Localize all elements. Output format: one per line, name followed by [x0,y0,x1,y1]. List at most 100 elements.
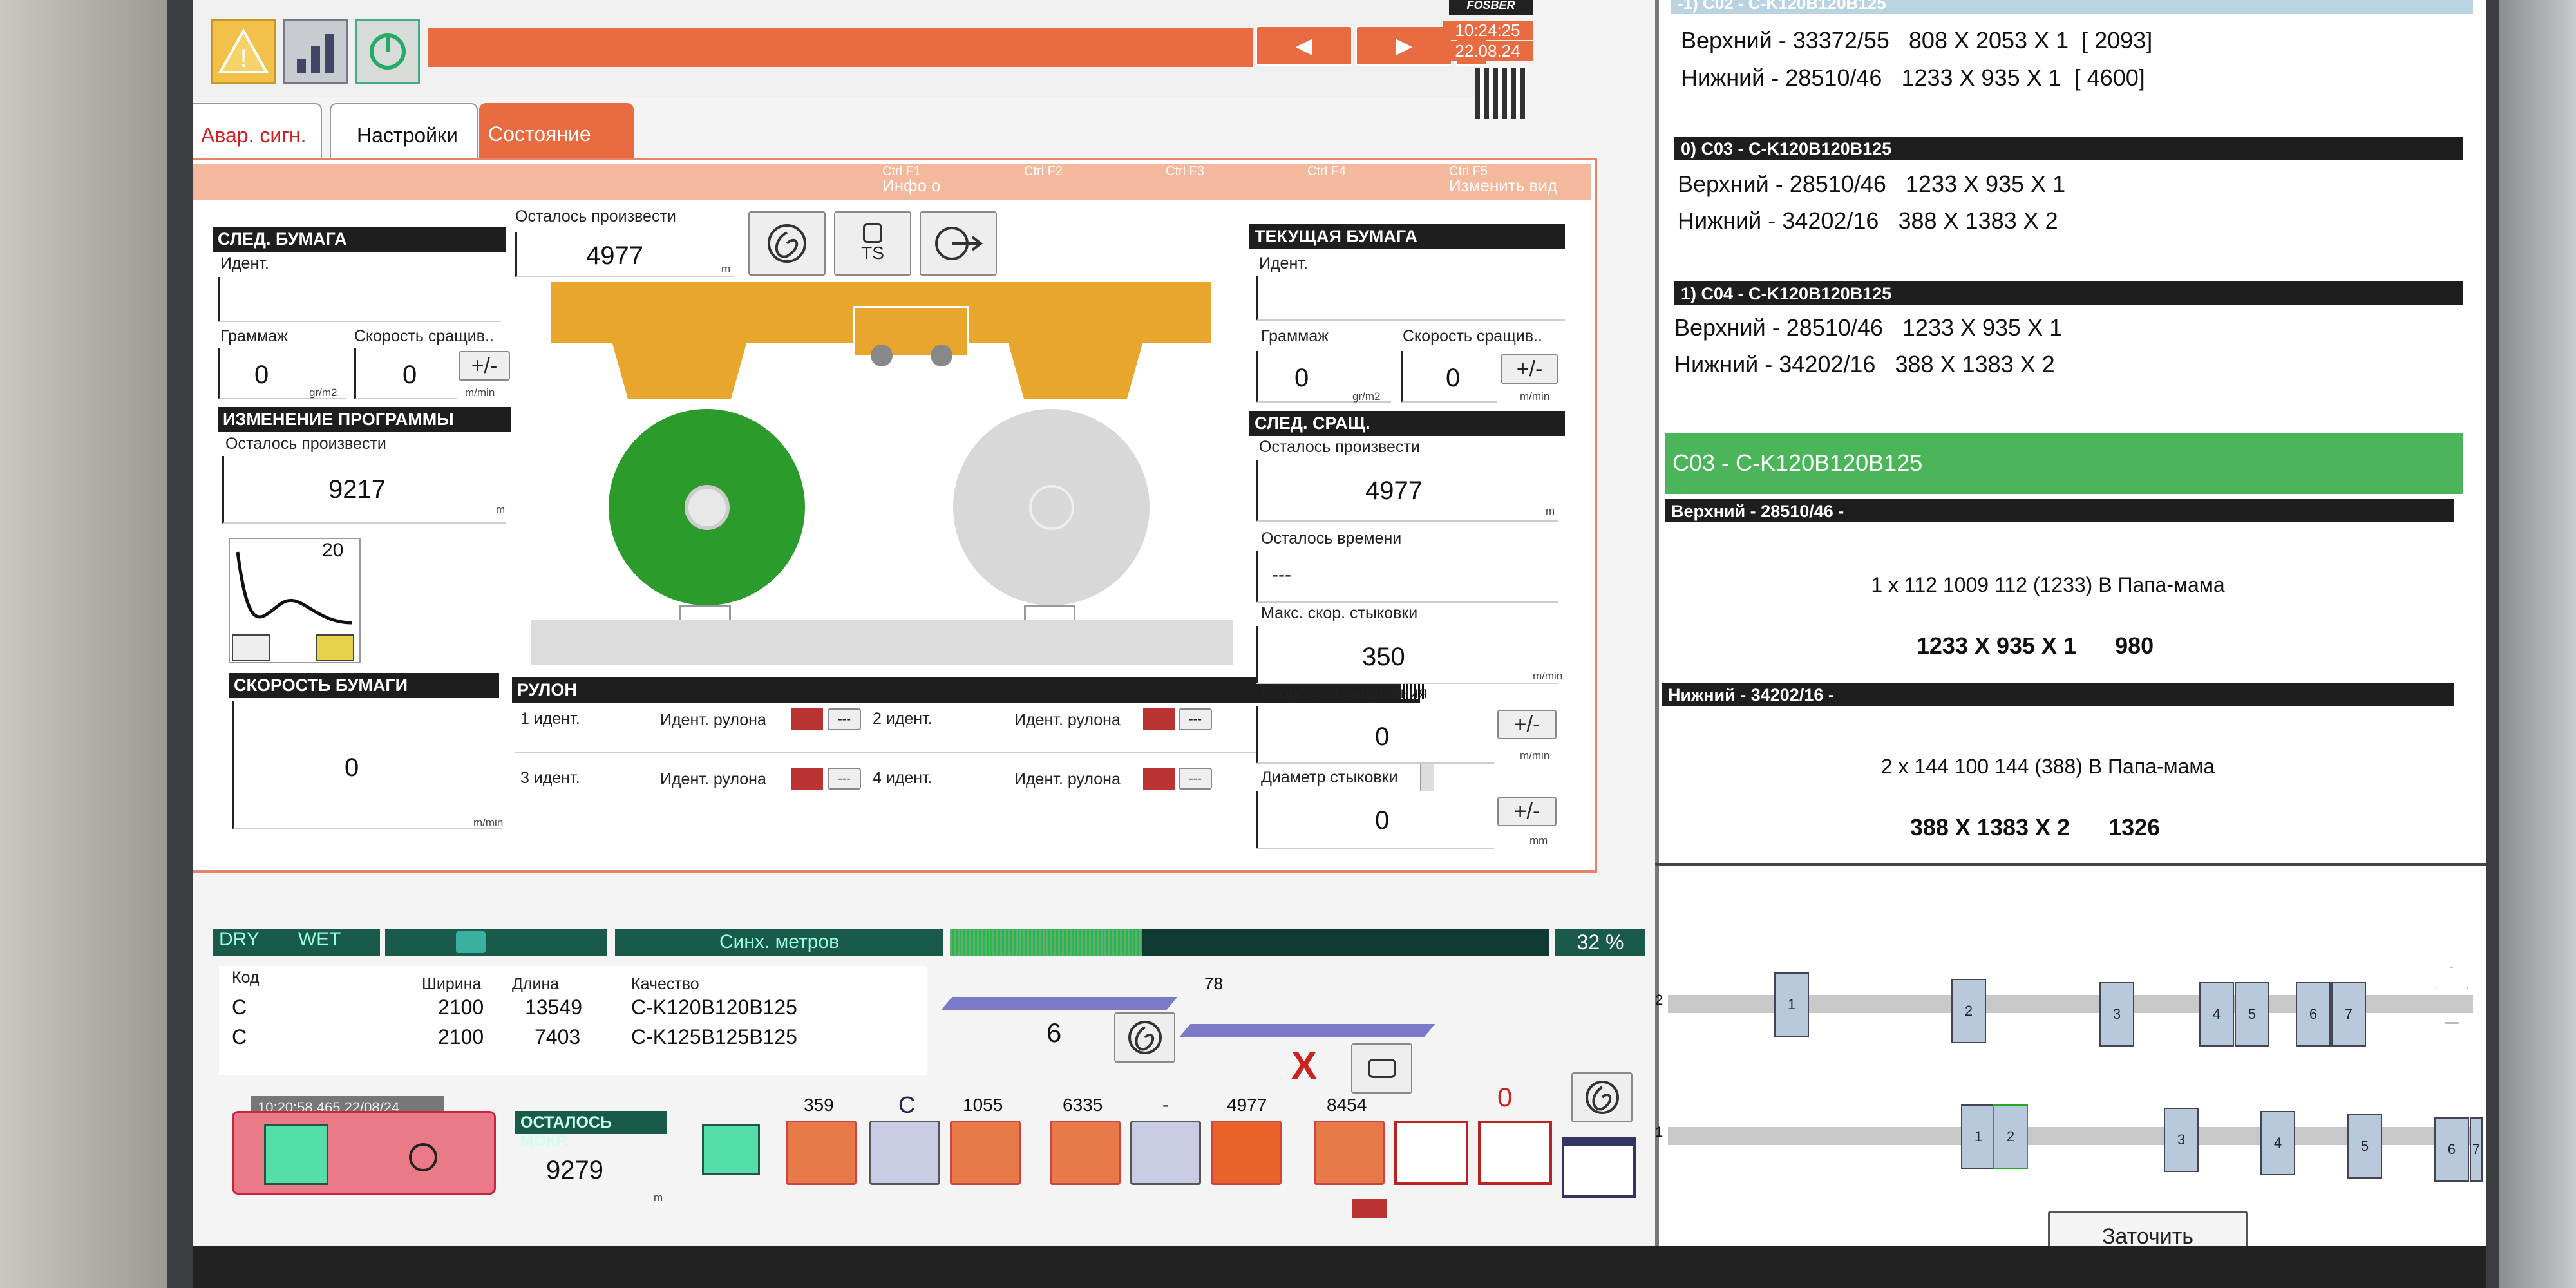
camera-icon[interactable] [1352,1199,1387,1218]
single-facer-icon-1[interactable] [786,1121,857,1185]
tab-status[interactable]: Состояние [479,103,634,161]
knife-top-3[interactable]: 3 [2099,982,2134,1046]
sync-progress-fill [950,929,1142,956]
current-paper-splice-adjust-button[interactable]: +/- [1501,354,1558,384]
stacker-count-top: 78 [1204,974,1223,993]
prev-button[interactable]: ◀ [1256,26,1352,66]
next-paper-splice: 0 [402,361,417,389]
order-0-line1: Верхний - 28510/46 1233 X 935 X 1 [1678,171,2066,197]
order-minus1-title[interactable]: -1) C02 - C-K120B120B125 [1671,0,2473,14]
standby-roll[interactable] [953,409,1150,605]
stacker-hand-button[interactable] [1351,1043,1412,1094]
next-paper-splice-adjust-button[interactable]: +/- [459,351,510,381]
roll-4-more-button[interactable]: --- [1179,768,1212,790]
next-splice-speed-adjust-button[interactable]: +/- [1497,710,1557,739]
fkey-3[interactable]: Ctrl F3 [1166,164,1301,200]
next-splice-speed-label: Скорость сращивания [1261,684,1427,702]
fkey-2[interactable]: Ctrl F2 [1024,164,1159,200]
roll-3-more-button[interactable]: --- [828,768,861,790]
roll-1-pencil-icon[interactable] [791,708,823,730]
glue-unit-icon-5[interactable] [1130,1121,1201,1185]
carriage-wheel-1 [871,345,893,366]
machine-alarm-icon[interactable] [264,1124,328,1185]
splicer-arm-left [612,341,747,399]
stacker-output-icon[interactable] [1562,1137,1636,1198]
qr-code-icon[interactable] [1475,68,1526,119]
stop-icon[interactable] [409,1143,437,1171]
knife-bottom-4[interactable]: 4 [2260,1111,2295,1175]
knife-top-2[interactable]: 2 [1951,979,1986,1043]
knife-bottom-2[interactable]: 2 [1993,1104,2028,1169]
current-paper-ident-field[interactable] [1256,276,1565,321]
next-paper-grammage: 0 [254,361,269,389]
sharpen-button[interactable]: Заточить [2048,1211,2248,1246]
checklist-icon[interactable] [1478,1121,1552,1185]
single-facer-icon-3[interactable] [950,1121,1021,1185]
roll-2-pencil-icon[interactable] [1143,708,1175,730]
spiral-mode-button[interactable] [748,211,826,276]
upper-liner-line2: 1233 X 935 X 1 980 [1916,632,2154,659]
remaining-label: Осталось произвести [515,207,676,225]
next-paper-ident-field[interactable] [218,277,501,322]
single-facer-icon-7[interactable] [1314,1121,1385,1185]
knife-top-5[interactable]: 5 [2235,982,2269,1046]
active-roll[interactable] [609,409,805,605]
knife-bottom-3[interactable]: 3 [2164,1108,2199,1172]
splicer-carriage [853,306,969,357]
orders-row[interactable]: C 2100 7403 C-K125B125B125 [219,1025,863,1055]
sync-meters-label[interactable]: Синх. метров [615,929,943,956]
knife-top-1[interactable]: 1 [1774,972,1809,1037]
edit-icon[interactable] [316,634,354,661]
ts-button[interactable]: TS [834,211,911,276]
wet-remaining-title: ОСТАЛОСЬ МОКР. [515,1111,667,1150]
roll-3-pencil-icon[interactable] [791,768,823,790]
spiral-corner-button[interactable] [1571,1072,1633,1122]
program-change-unit: m [496,504,506,516]
stacker-spiral-button[interactable] [1114,1012,1175,1063]
dry-wet-bar[interactable]: DRY WET [213,929,380,956]
curve-mode-icon[interactable] [232,634,270,661]
knife-top-6[interactable]: 6 [2296,982,2331,1046]
fkey-1[interactable]: Ctrl F1 Инфо о [882,164,1018,200]
knife-top-7[interactable]: 7 [2331,982,2366,1046]
splicer-arm-right [1008,341,1143,399]
roll-2-more-button[interactable]: --- [1179,708,1212,730]
knife-bottom-5[interactable]: 5 [2347,1114,2382,1179]
triplex-icon[interactable] [1394,1121,1468,1185]
fkey-4[interactable]: Ctrl F4 [1307,164,1443,200]
reset-cycle-icon[interactable] [355,19,420,84]
order-1-title[interactable]: 1) C04 - C-K120B120B125 [1674,281,2463,305]
tab-alarms[interactable]: Авар. сигн. [193,103,322,161]
station-icon-0[interactable] [702,1124,760,1175]
program-change-value: 9217 [328,475,386,504]
roll-1-more-button[interactable]: --- [828,708,861,730]
knife-bottom-6[interactable]: 6 [2434,1117,2469,1182]
roll-4-pencil-icon[interactable] [1143,768,1175,790]
orders-rails-divider [1655,863,2486,866]
next-splice-max-field [1256,626,1558,684]
fkey-5[interactable]: Ctrl F5 Изменить вид [1449,164,1591,200]
next-button[interactable]: ▶ [1356,26,1452,66]
statistics-icon[interactable] [283,19,348,84]
rail-top-row-label: 2 [1655,992,1663,1008]
warning-icon[interactable]: ! [211,19,276,84]
splice-arrow-button[interactable] [920,211,997,276]
background-wall-left [0,0,167,1288]
tab-settings[interactable]: Настройки [330,103,478,161]
active-order-title[interactable]: C03 - C-K120B120B125 [1665,433,2463,494]
hand-icon [863,223,882,243]
knife-bottom-1[interactable]: 1 [1961,1104,1996,1169]
next-splice-diam-adjust-button[interactable]: +/- [1497,797,1557,826]
glue-unit-icon-2[interactable] [869,1121,940,1185]
single-facer-icon-6[interactable] [1211,1121,1282,1185]
roll-2-label: Идент. рулона [1014,711,1121,729]
sync-mode-icon[interactable] [385,929,607,956]
current-paper-grammage-label: Граммаж [1261,327,1329,345]
next-splice-max: 350 [1362,643,1405,671]
knife-top-4[interactable]: 4 [2199,982,2234,1046]
knife-bottom-7[interactable]: 7 [2470,1117,2483,1182]
next-splice-max-unit: m/min [1533,670,1563,682]
order-0-title[interactable]: 0) C03 - C-K120B120B125 [1674,137,2463,160]
orders-row[interactable]: C 2100 13549 C-K120B120B125 [219,996,863,1025]
single-facer-icon-4[interactable] [1050,1121,1121,1185]
